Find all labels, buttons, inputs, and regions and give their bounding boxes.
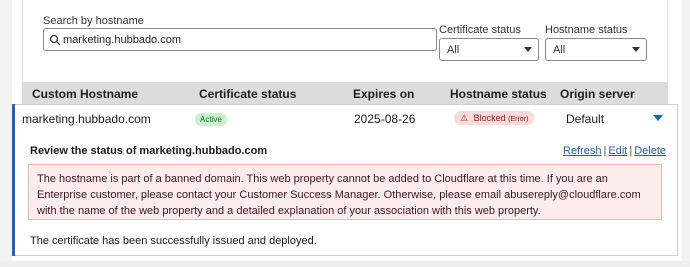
page-frame: Search by hostname Certificate status Al…	[0, 0, 690, 267]
row-hostname[interactable]: marketing.hubbado.com	[22, 112, 151, 126]
cert-status-label: Certificate status	[439, 24, 521, 36]
delete-link[interactable]: Delete	[634, 145, 666, 157]
column-header-cert-status[interactable]: Certificate status	[199, 87, 296, 101]
cert-status-select[interactable]: All	[439, 38, 539, 61]
hostname-status-label: Hostname status	[545, 24, 628, 36]
row-origin: Default	[566, 112, 605, 126]
search-icon	[49, 34, 61, 46]
cert-status-badge: Active	[195, 113, 227, 126]
search-label: Search by hostname	[43, 15, 144, 27]
error-message: The hostname is part of a banned domain.…	[37, 173, 641, 217]
separator: |	[629, 145, 633, 157]
row-expires: 2025-08-26	[354, 112, 416, 126]
separator: |	[603, 145, 607, 157]
table-header: Custom Hostname Certificate status Expir…	[22, 82, 668, 105]
hostname-status-select[interactable]: All	[545, 38, 647, 61]
search-input[interactable]	[63, 31, 428, 48]
cert-status-value: All	[447, 44, 460, 56]
right-margin	[682, 0, 690, 267]
filter-panel: Search by hostname Certificate status Al…	[22, 0, 668, 82]
chevron-down-icon[interactable]	[653, 115, 663, 121]
hostname-status-badge: ⚠ Blocked (Error)	[454, 111, 535, 125]
hostname-status-value: All	[553, 44, 566, 56]
detail-actions: Refresh | Edit | Delete	[563, 145, 666, 157]
column-header-hostname-status[interactable]: Hostname status	[450, 87, 547, 101]
column-header-expires[interactable]: Expires on	[353, 87, 414, 101]
success-message: The certificate has been successfully is…	[30, 235, 317, 247]
hostname-status-text: Blocked	[473, 113, 506, 123]
error-alert: The hostname is part of a banned domain.…	[28, 164, 662, 220]
column-header-hostname[interactable]: Custom Hostname	[32, 87, 138, 101]
warning-icon: ⚠	[460, 113, 469, 123]
row-accent-bar	[12, 104, 15, 256]
refresh-link[interactable]: Refresh	[563, 145, 602, 157]
edit-link[interactable]: Edit	[608, 145, 627, 157]
column-header-origin[interactable]: Origin server	[560, 87, 635, 101]
search-box[interactable]	[43, 28, 437, 51]
hostname-status-subtext: (Error)	[508, 116, 529, 123]
chevron-down-icon	[524, 47, 532, 52]
chevron-down-icon	[632, 47, 640, 52]
detail-title: Review the status of marketing.hubbado.c…	[30, 145, 268, 157]
bottom-strip	[0, 261, 690, 267]
left-margin	[0, 0, 12, 267]
